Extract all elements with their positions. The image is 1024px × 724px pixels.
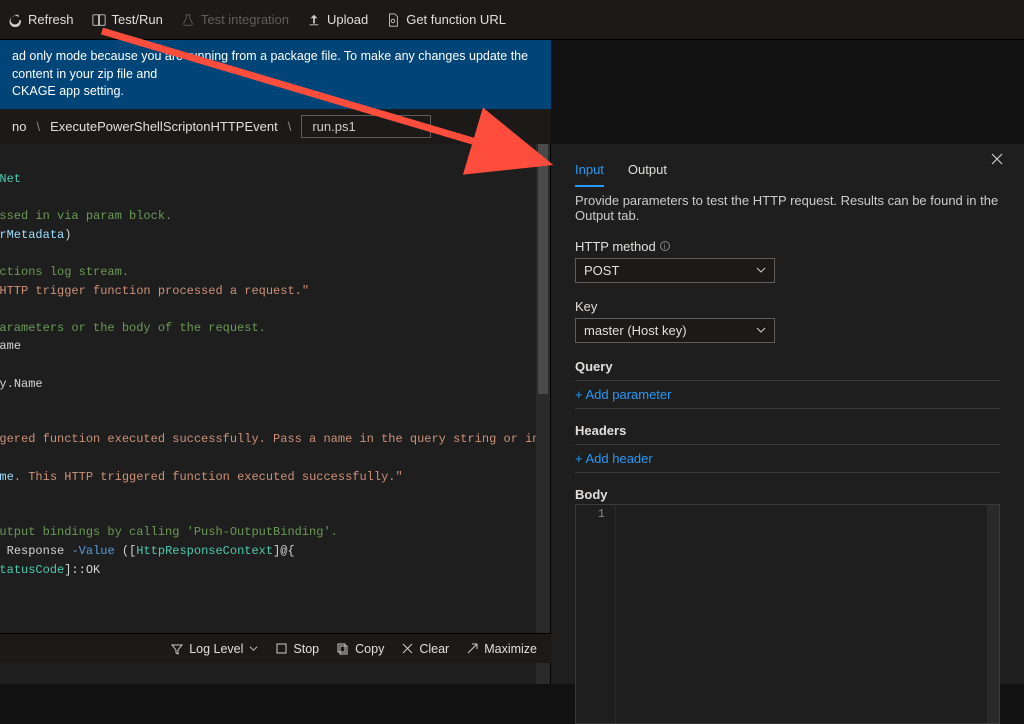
http-method-value: POST: [584, 263, 619, 278]
body-editor[interactable]: 1: [575, 504, 1000, 724]
add-header-link[interactable]: + Add header: [575, 449, 1000, 473]
copy-icon: [337, 643, 349, 655]
chevron-down-icon: [756, 325, 766, 335]
query-label: Query: [575, 359, 1000, 381]
close-button[interactable]: [990, 152, 1004, 166]
readonly-notice: ad only mode because you are running fro…: [0, 40, 551, 109]
key-value: master (Host key): [584, 323, 687, 338]
upload-icon: [307, 13, 321, 27]
testrun-button[interactable]: Test/Run: [92, 12, 163, 27]
tab-icon: [92, 13, 106, 27]
body-line-gutter: 1: [576, 505, 616, 723]
maximize-icon: [467, 643, 478, 654]
file-dropdown[interactable]: run.ps1: [301, 115, 431, 138]
getfuncurl-button[interactable]: Get function URL: [386, 12, 506, 27]
editor-scrollbar[interactable]: [536, 144, 550, 684]
breadcrumb-func[interactable]: ExecutePowerShellScriptonHTTPEvent: [50, 119, 278, 134]
testintegration-label: Test integration: [201, 12, 289, 27]
test-panel: Input Output Provide parameters to test …: [551, 144, 1024, 684]
notice-line1: ad only mode because you are running fro…: [12, 49, 528, 81]
key-select[interactable]: master (Host key): [575, 318, 775, 343]
clear-label: Clear: [419, 642, 449, 656]
refresh-label: Refresh: [28, 12, 74, 27]
panel-description: Provide parameters to test the HTTP requ…: [575, 193, 1000, 223]
tab-output[interactable]: Output: [628, 156, 667, 187]
upload-button[interactable]: Upload: [307, 12, 368, 27]
close-icon: [990, 152, 1004, 166]
copy-label: Copy: [355, 642, 384, 656]
headers-label: Headers: [575, 423, 1000, 445]
chevron-down-icon: [249, 644, 258, 653]
maximize-label: Maximize: [484, 642, 537, 656]
file-dropdown-value: run.ps1: [312, 119, 355, 134]
body-textarea[interactable]: [616, 505, 999, 723]
maximize-button[interactable]: Maximize: [467, 642, 537, 656]
breadcrumb-sep: \: [36, 119, 40, 134]
tab-input[interactable]: Input: [575, 156, 604, 187]
refresh-icon: [8, 13, 22, 27]
body-label: Body: [575, 487, 1000, 502]
testintegration-button: Test integration: [181, 12, 289, 27]
stop-label: Stop: [293, 642, 319, 656]
flask-icon: [181, 13, 195, 27]
link-file-icon: [386, 13, 400, 27]
main-split: System.Net are passed in via param block…: [0, 144, 1024, 684]
refresh-button[interactable]: Refresh: [8, 12, 74, 27]
scrollbar-thumb[interactable]: [538, 144, 548, 394]
loglevel-label: Log Level: [189, 642, 243, 656]
code-content: System.Net are passed in via param block…: [0, 144, 550, 606]
filter-icon: [171, 643, 183, 655]
key-label: Key: [575, 299, 1000, 314]
info-icon[interactable]: i: [660, 241, 670, 251]
chevron-down-icon: [756, 265, 766, 275]
stop-button[interactable]: Stop: [276, 642, 319, 656]
breadcrumb-app[interactable]: no: [12, 119, 26, 134]
testrun-label: Test/Run: [112, 12, 163, 27]
add-parameter-link[interactable]: + Add parameter: [575, 385, 1000, 409]
breadcrumb-sep: \: [288, 119, 292, 134]
http-method-select[interactable]: POST: [575, 258, 775, 283]
clear-icon: [402, 643, 413, 654]
top-toolbar: Refresh Test/Run Test integration Upload…: [0, 0, 1024, 40]
code-editor[interactable]: System.Net are passed in via param block…: [0, 144, 551, 684]
upload-label: Upload: [327, 12, 368, 27]
loglevel-button[interactable]: Log Level: [171, 642, 258, 656]
copy-button[interactable]: Copy: [337, 642, 384, 656]
notice-line2: CKAGE app setting.: [12, 84, 124, 98]
chevron-down-icon: [414, 121, 424, 131]
log-toolbar: Log Level Stop Copy Clear Maximize: [0, 633, 551, 663]
stop-icon: [276, 643, 287, 654]
breadcrumb: no \ ExecutePowerShellScriptonHTTPEvent …: [0, 109, 551, 144]
panel-tabs: Input Output: [575, 156, 1000, 187]
getfuncurl-label: Get function URL: [406, 12, 506, 27]
clear-button[interactable]: Clear: [402, 642, 449, 656]
http-method-label: HTTP method i: [575, 239, 1000, 254]
body-scrollbar[interactable]: [987, 505, 999, 723]
